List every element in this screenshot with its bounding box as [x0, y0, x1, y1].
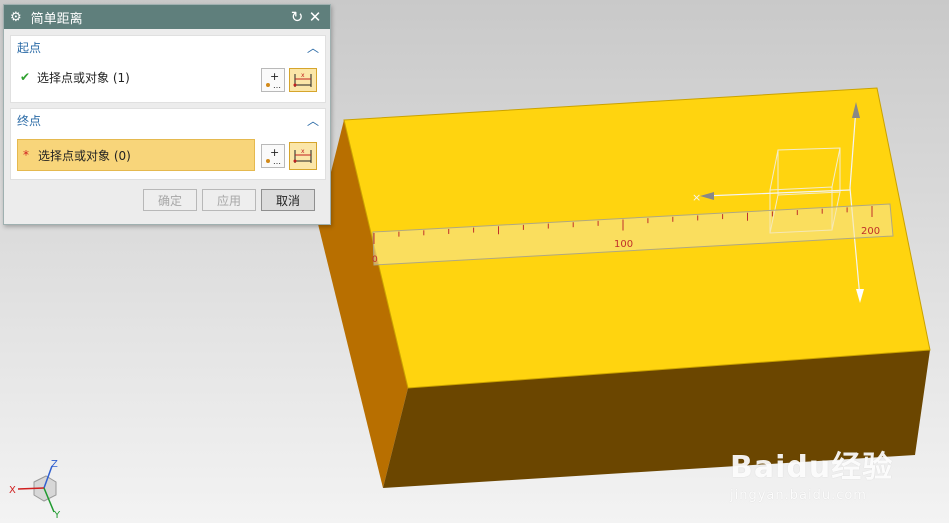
svg-text:…: … — [273, 81, 281, 90]
chevron-up-icon[interactable]: ︿ — [307, 112, 319, 129]
triad-z-label: Z — [51, 459, 58, 470]
end-point-selection-row[interactable]: * 选择点或对象 (0) — [17, 139, 255, 171]
measure-distance-icon: x — [293, 148, 312, 163]
simple-distance-dialog: ⚙ 简单距离 ↻ ✕ 起点 ︿ ✔ 选择点或对象 (1) + … x 终点 ︿ … — [3, 4, 331, 225]
watermark-url: jingyan.baidu.com — [730, 488, 867, 503]
svg-text:x: x — [301, 72, 305, 79]
end-point-title: 终点 — [17, 113, 42, 128]
svg-text:×: × — [692, 191, 701, 204]
point-dialog-button[interactable]: + … — [261, 144, 285, 168]
triad-y-label: Y — [53, 510, 61, 521]
ruler-label-0: 0 — [372, 255, 378, 265]
end-point-selection-label: 选择点或对象 (0) — [38, 148, 131, 163]
close-icon[interactable]: ✕ — [306, 8, 324, 26]
point-type-dropdown[interactable]: x — [289, 142, 317, 170]
point-dialog-button[interactable]: + … — [261, 68, 285, 92]
chevron-up-icon[interactable]: ︿ — [307, 39, 319, 56]
svg-text:…: … — [273, 157, 281, 166]
ruler-label-100: 100 — [614, 239, 633, 250]
start-point-selection-label: 选择点或对象 (1) — [37, 70, 130, 85]
start-point-header[interactable]: 起点 ︿ — [11, 36, 325, 58]
end-point-group: 终点 ︿ * 选择点或对象 (0) + … x — [10, 108, 326, 180]
triad-x-label: X — [9, 485, 16, 496]
watermark: Baidu经验 jingyan.baidu.com — [730, 442, 893, 503]
cancel-button[interactable]: 取消 — [261, 189, 315, 211]
dialog-titlebar[interactable]: ⚙ 简单距离 ↻ ✕ — [4, 5, 330, 29]
asterisk-icon: * — [23, 148, 29, 162]
point-constructor-icon: + … — [266, 70, 281, 90]
refresh-icon[interactable]: ↻ — [288, 8, 306, 26]
point-constructor-icon: + … — [266, 146, 281, 166]
start-point-title: 起点 — [17, 40, 42, 55]
check-icon: ✔ — [19, 70, 31, 84]
watermark-brand: Baidu经验 — [730, 450, 894, 485]
ok-button[interactable]: 确定 — [143, 189, 197, 211]
start-point-group: 起点 ︿ ✔ 选择点或对象 (1) + … x — [10, 35, 326, 103]
ruler-label-200: 200 — [861, 226, 880, 237]
measure-distance-icon: x — [293, 72, 312, 87]
gear-icon[interactable]: ⚙ — [10, 10, 22, 25]
point-type-dropdown[interactable]: x — [289, 68, 317, 92]
apply-button[interactable]: 应用 — [202, 189, 256, 211]
svg-text:x: x — [301, 148, 305, 155]
start-point-selection-row[interactable]: ✔ 选择点或对象 (1) — [17, 62, 257, 92]
end-point-header[interactable]: 终点 ︿ — [11, 109, 325, 131]
dialog-title: 简单距离 — [30, 11, 83, 27]
view-triad: Z X Y — [9, 459, 61, 521]
